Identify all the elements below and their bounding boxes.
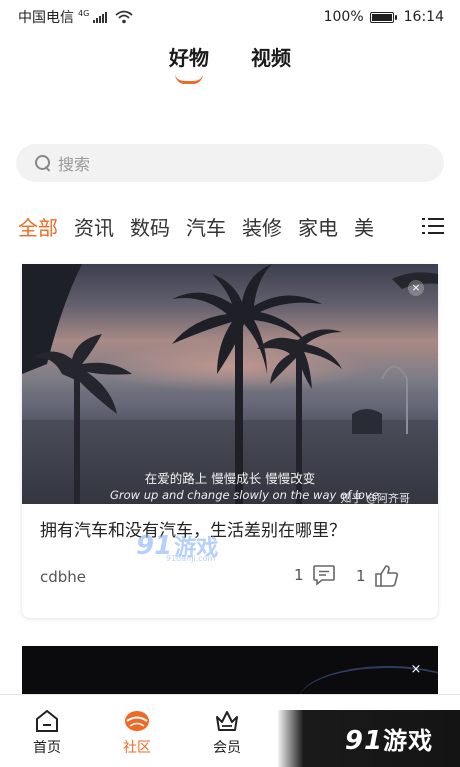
category-nav: 全部 资讯 数码 汽车 装修 家电 美 [0,206,460,246]
nav-community-label: 社区 [123,740,151,756]
nav-home-label: 首页 [33,740,61,756]
nav-community[interactable]: 社区 [92,695,182,767]
card-author[interactable]: cdbhe [40,568,86,586]
category-cars[interactable]: 汽车 [186,212,226,241]
feed-card[interactable]: × 在爱的路上 慢慢成长 慢慢改变 Grow up and change slo… [22,264,438,618]
tab-goods[interactable]: 好物 [169,40,209,84]
category-list: 全部 资讯 数码 汽车 装修 家电 美 [0,212,412,241]
home-icon [36,709,58,732]
close-icon[interactable]: × [408,662,424,678]
image-watermark: 知乎 @阿齐哥 [340,492,411,504]
search-placeholder: 搜索 [58,155,91,174]
site-banner-title: 游戏 [383,727,434,755]
like-count: 1 [356,567,366,585]
network-type: 4G [78,9,90,18]
nav-member-label: 会员 [213,740,241,756]
site-watermark-url: 91danji.com [166,554,216,563]
battery-icon [369,11,397,23]
site-banner: 91游戏 [278,710,460,767]
search-bar[interactable]: 搜索 [16,144,444,182]
carrier-label: 中国电信 [18,10,74,26]
card-image[interactable]: × 在爱的路上 慢慢成长 慢慢改变 Grow up and change slo… [22,264,438,504]
comment-count: 1 [294,566,304,584]
category-decoration[interactable]: 装修 [242,212,282,241]
category-appliances[interactable]: 家电 [298,212,338,241]
site-banner-number: 91 [344,726,384,756]
feed-card-2[interactable]: × [22,646,438,696]
category-all[interactable]: 全部 [18,212,58,241]
clock: 16:14 [403,9,444,25]
image-caption-cn: 在爱的路上 慢慢成长 慢慢改变 [144,471,316,486]
like-stat[interactable]: 1 [356,564,400,588]
comment-stat[interactable]: 1 [294,564,336,586]
category-menu-icon[interactable] [422,215,446,237]
category-news[interactable]: 资讯 [74,212,114,241]
category-digital[interactable]: 数码 [130,212,170,241]
site-watermark: 91 游戏 91danji.com [136,530,218,563]
crown-icon [216,711,238,731]
top-tabs: 好物 视频 [0,40,460,88]
tab-video[interactable]: 视频 [251,40,291,80]
signal-icon [93,11,108,23]
community-icon [125,711,149,731]
image-caption-en: Grow up and change slowly on the way of … [110,488,379,502]
search-icon [34,154,52,172]
wifi-icon [115,10,133,24]
site-banner-text: 91游戏 [305,721,433,756]
battery-percent: 100% [323,9,364,25]
nav-home[interactable]: 首页 [2,695,92,767]
status-bar: 中国电信 4G 100% 16:14 [0,0,460,34]
status-left: 中国电信 4G [18,7,133,27]
thumbs-up-icon [374,565,398,587]
nav-member[interactable]: 会员 [182,695,272,767]
close-icon[interactable]: × [408,280,424,296]
category-beauty[interactable]: 美 [354,212,374,241]
comment-icon [312,565,335,586]
status-right: 100% 16:14 [324,9,444,25]
